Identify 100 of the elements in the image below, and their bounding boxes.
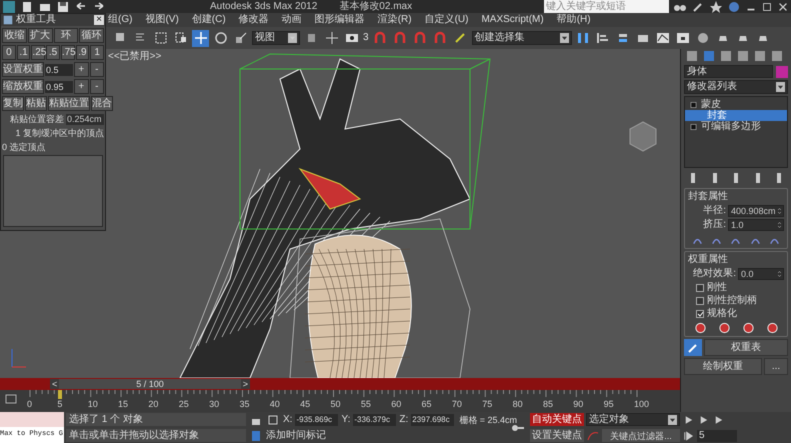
menu-item[interactable]: 创建(C) xyxy=(192,14,226,26)
coordinate-field[interactable]: -336.379c xyxy=(353,414,396,426)
grid-size: 栅格 = 25.4cm xyxy=(459,414,518,426)
frame-tick-label: 35 xyxy=(239,399,250,409)
key-filters-button[interactable]: 关键点过滤器... xyxy=(602,429,680,442)
checkbox-label: 规格化 xyxy=(707,308,737,320)
frame-tick-label: 80 xyxy=(512,399,523,409)
weight-preset-button[interactable]: 1 xyxy=(90,45,104,60)
modifier-stack-item[interactable]: 封套 xyxy=(685,110,787,121)
menu-item[interactable]: 渲染(R) xyxy=(378,14,412,26)
window-title: 权重工具 xyxy=(16,14,57,26)
next-frame-button[interactable]: > xyxy=(240,379,250,389)
spinner-field[interactable]: 400.908cm xyxy=(728,205,784,217)
menu-item[interactable]: 图形编辑器 xyxy=(314,14,365,26)
auto-key-button[interactable]: 自动关键点 xyxy=(530,413,584,426)
frame-tick-label: 55 xyxy=(360,399,371,409)
weight-preset-button[interactable]: .9 xyxy=(76,45,90,60)
file-name: 基本修改02.max xyxy=(339,0,412,12)
coordinate-label: X: xyxy=(283,414,292,426)
group-title: 封套属性 xyxy=(688,191,729,203)
close-button[interactable]: × xyxy=(94,15,104,25)
frame-tick-label: 100 xyxy=(634,399,650,409)
key-mode-dropdown[interactable]: 选定对象 xyxy=(586,413,680,426)
checkbox-label: 刚性控制柄 xyxy=(707,294,757,306)
more-button[interactable]: ... xyxy=(764,358,788,375)
frame-tick-label: 30 xyxy=(209,399,220,409)
field-label: 绝对效果: xyxy=(693,268,736,280)
tolerance-field[interactable]: 0.254cm xyxy=(66,114,104,124)
menu-item[interactable]: 组(G) xyxy=(108,14,132,26)
time-slider-track[interactable]: < 5 / 100 > xyxy=(0,378,680,390)
weight-preset-button[interactable]: .25 xyxy=(31,45,46,60)
field-label: 半径: xyxy=(703,205,726,217)
track-bar[interactable]: 0 5 10 15 20 25 30 35 40 45 50 55 60 65 70 75 80 85 90 95 100 xyxy=(0,390,680,412)
frame-tick-label: 75 xyxy=(482,399,492,409)
frame-tick-label: 20 xyxy=(148,399,158,409)
weight-tool-button[interactable]: 循环 xyxy=(79,28,104,43)
weight-preset-button[interactable]: 0 xyxy=(2,45,16,60)
frame-tick-label: 95 xyxy=(604,399,614,409)
frame-tick-label: 65 xyxy=(422,399,432,409)
previous-frame-button[interactable]: < xyxy=(50,379,60,389)
increase-button[interactable]: + xyxy=(74,79,88,94)
spinner-field[interactable]: 1.0 xyxy=(728,219,784,231)
menu-item[interactable]: 修改器 xyxy=(238,14,269,26)
weight-tool-button[interactable]: 收缩 xyxy=(2,28,27,43)
selection-set-dropdown[interactable]: 创建选择集 xyxy=(472,31,572,45)
weight-action-button[interactable]: 设置权重 xyxy=(2,62,44,77)
decrease-button[interactable]: - xyxy=(90,79,104,94)
viewport-label: <<已禁用>> xyxy=(108,51,162,63)
time-slider-thumb[interactable]: < 5 / 100 > xyxy=(50,379,250,389)
app-title: Autodesk 3ds Max 2012 xyxy=(210,0,318,12)
object-name-field[interactable]: 身体 xyxy=(684,65,773,78)
modifier-stack-item[interactable]: 蒙皮 xyxy=(685,99,787,110)
frame-tick-label: 40 xyxy=(270,399,280,409)
add-time-tag[interactable]: 添加时间标记 xyxy=(266,430,326,442)
selection-status: 选择了 1 个 对象 xyxy=(66,413,246,426)
set-key-button[interactable]: 设置关键点 xyxy=(530,429,584,442)
snap-label: 3 xyxy=(363,32,369,44)
paint-weights-button[interactable]: 绘制权重 xyxy=(684,358,762,375)
selected-vertices-info: 0 选定顶点 xyxy=(1,141,47,153)
weight-preset-button[interactable]: .1 xyxy=(16,45,30,60)
menu-item[interactable]: 自定义(U) xyxy=(424,14,468,26)
menu-item[interactable]: 视图(V) xyxy=(145,14,179,26)
weight-spinner-field[interactable]: 0.5 xyxy=(45,64,73,76)
weight-table-button[interactable]: 权重表 xyxy=(704,339,788,356)
spinner-field[interactable]: 0.0 xyxy=(738,268,784,280)
search-field[interactable]: 键入关键字或短语 xyxy=(544,0,669,13)
coordinate-label: Z: xyxy=(399,414,408,426)
frame-tick-label: 15 xyxy=(118,399,128,409)
coordinate-field[interactable]: 2397.698c xyxy=(411,414,454,426)
frame-tick-label: 5 xyxy=(57,399,62,409)
frame-tick-label: 0 xyxy=(27,399,32,409)
menu-item[interactable]: 动画 xyxy=(282,14,302,26)
current-frame-field[interactable]: 5 xyxy=(697,430,737,442)
decrease-button[interactable]: - xyxy=(90,62,104,77)
frame-tick-label: 70 xyxy=(452,399,462,409)
coordinate-label: Y: xyxy=(341,414,350,426)
field-label: 挤压: xyxy=(703,219,726,231)
increase-button[interactable]: + xyxy=(74,62,88,77)
menu-item[interactable]: MAXScript(M) xyxy=(481,14,544,26)
view-dropdown[interactable]: 视图 xyxy=(252,31,300,45)
copy-paste-button[interactable]: 混合 xyxy=(91,96,113,111)
weight-preset-button[interactable]: .5 xyxy=(46,45,60,60)
checkbox-label: 刚性 xyxy=(707,282,727,294)
buffer-info: 1 复制缓冲区中的顶点 xyxy=(14,127,105,139)
copy-paste-button[interactable]: 粘贴 xyxy=(25,96,47,111)
frame-tick-label: 85 xyxy=(542,399,553,409)
menu-item[interactable]: 帮助(H) xyxy=(556,14,591,26)
modifier-list-dropdown[interactable]: 修改器列表 xyxy=(684,80,788,94)
modifier-stack-item[interactable]: 可编辑多边形 xyxy=(685,121,787,132)
weight-spinner-field[interactable]: 0.95 xyxy=(45,80,73,92)
weight-tool-button[interactable]: 扩大 xyxy=(28,28,52,43)
copy-paste-button[interactable]: 复制 xyxy=(2,96,24,111)
frame-tick-label: 10 xyxy=(88,399,98,409)
copy-paste-button[interactable]: 粘贴位置 xyxy=(48,96,90,111)
weight-action-button[interactable]: 缩放权重 xyxy=(2,79,44,94)
field-label: 粘贴位置容差 xyxy=(10,113,64,125)
weight-tool-button[interactable]: 环 xyxy=(54,28,78,43)
coordinate-field[interactable]: -935.869c xyxy=(295,414,338,426)
frame-tick-label: 60 xyxy=(391,399,402,409)
weight-preset-button[interactable]: .75 xyxy=(60,45,75,60)
